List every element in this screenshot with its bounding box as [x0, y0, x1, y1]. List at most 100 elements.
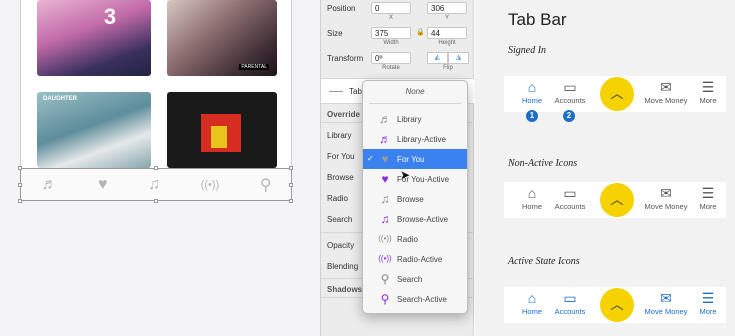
dropdown-item[interactable]: ♬ Library [363, 109, 467, 129]
dropdown-item-label: Library-Active [397, 135, 446, 144]
tab-more[interactable]: ☰ More [686, 182, 730, 218]
height-field[interactable]: 44 [427, 27, 467, 39]
tab-move-money[interactable]: ✉ Move Money [644, 76, 688, 112]
dropdown-item[interactable]: ⚲ Search-Active [363, 289, 467, 309]
center-action-button[interactable]: ︿ [600, 77, 634, 111]
tab-label: Accounts [554, 202, 586, 211]
annotation-badge: 1 [526, 110, 538, 122]
flip-vertical-button[interactable]: ◮ [448, 52, 469, 64]
resize-handle[interactable] [18, 166, 22, 170]
dropdown-item[interactable]: ♥ For You-Active [363, 169, 467, 189]
selection-outline [20, 168, 292, 201]
dropdown-none-option[interactable]: None [363, 87, 467, 96]
mouse-cursor-icon: ➤ [400, 168, 411, 182]
tab-accounts[interactable]: ▭ Accounts [548, 287, 592, 323]
tab-label: More [699, 202, 717, 211]
flip-caption: Flip [443, 65, 453, 71]
height-caption: Height [438, 40, 456, 46]
override-dropdown-menu[interactable]: None ♬ Library ♬ Library-Active ✓ ♥ For You ♥ Fo… [362, 80, 468, 314]
album-cover-3: DAUGHTER [37, 92, 151, 168]
tab-label: More [699, 307, 717, 316]
tab-move-money[interactable]: ✉ Move Money [644, 287, 688, 323]
more-icon: ☰ [701, 185, 715, 201]
resize-handle[interactable] [18, 199, 22, 203]
x-field[interactable]: 0 [371, 2, 411, 14]
width-caption: Width [383, 40, 399, 46]
override-radio[interactable]: Radio [327, 194, 348, 203]
x-caption: X [388, 15, 393, 21]
dropdown-item[interactable]: ♬ Library-Active [363, 129, 467, 149]
center-action-button[interactable]: ︿ [600, 183, 634, 217]
dropdown-item-label: Search [397, 275, 423, 284]
flip-horizontal-button[interactable]: ◭ [427, 52, 448, 64]
accounts-icon: ▭ [563, 79, 577, 95]
width-field[interactable]: 375 [371, 27, 411, 39]
resize-handle[interactable] [289, 199, 293, 203]
y-field[interactable]: 306 [427, 2, 467, 14]
dropdown-item-icon: ♬ [379, 132, 391, 146]
override-library[interactable]: Library [327, 131, 351, 140]
resize-handle[interactable] [289, 166, 293, 170]
dropdown-item-label: Library [397, 115, 422, 124]
accounts-icon: ▭ [563, 290, 577, 306]
resize-handle[interactable] [289, 183, 293, 187]
symbol-name: Tab [349, 87, 362, 96]
dropdown-item-label: Radio-Active [397, 255, 443, 264]
dropdown-divider [369, 103, 461, 104]
tab-more[interactable]: ☰ More [686, 76, 730, 112]
checkmark-icon: ✓ [367, 154, 374, 163]
more-icon: ☰ [701, 79, 715, 95]
dropdown-item-icon: ♫ [380, 212, 390, 226]
dropdown-item[interactable]: ♫ Browse [363, 189, 467, 209]
move-money-icon: ✉ [660, 290, 672, 306]
dropdown-item-icon: ⚲ [380, 292, 390, 306]
tab-accounts[interactable]: ▭ Accounts [548, 182, 592, 218]
dropdown-item-icon: ♥ [381, 152, 389, 166]
tab-move-money[interactable]: ✉ Move Money [644, 182, 688, 218]
dropdown-item-label: Browse [397, 195, 424, 204]
dropdown-item-icon: ((•)) [378, 234, 392, 243]
blending-label: Blending [327, 262, 359, 271]
section-label: Signed In [508, 45, 547, 56]
override-search[interactable]: Search [327, 215, 352, 224]
dropdown-item-label: Search-Active [397, 295, 447, 304]
dropdown-item[interactable]: ♫ Browse-Active [363, 209, 467, 229]
opacity-label: Opacity [327, 241, 355, 250]
override-for-you[interactable]: For You [327, 152, 355, 161]
overrides-heading: Override [327, 110, 360, 119]
resize-handle[interactable] [18, 183, 22, 187]
tab-bar-spec-panel: Tab Bar Signed In ⌂ Home ▭ Accounts ✉ Move Mon… [475, 0, 735, 336]
album-cover-text: DAUGHTER [43, 96, 77, 102]
dropdown-item[interactable]: ((•)) Radio-Active [363, 249, 467, 269]
move-money-icon: ✉ [660, 79, 672, 95]
tab-bar-example: ⌂ Home ▭ Accounts ✉ Move Money ☰ More ︿ [504, 287, 726, 323]
dropdown-item-icon: ♬ [379, 112, 391, 126]
dropdown-item-icon: ⚲ [380, 272, 390, 286]
center-action-button[interactable]: ︿ [600, 288, 634, 322]
tab-more[interactable]: ☰ More [686, 287, 730, 323]
tab-label: Move Money [644, 96, 688, 105]
symbol-thumbnail [329, 91, 343, 92]
dropdown-item[interactable]: ✓ ♥ For You [363, 149, 467, 169]
tab-label: More [699, 96, 717, 105]
dropdown-item[interactable]: ⚲ Search [363, 269, 467, 289]
transform-label: Transform [327, 54, 364, 63]
resize-handle[interactable] [154, 166, 158, 170]
dropdown-item[interactable]: ((•)) Radio [363, 229, 467, 249]
lock-icon[interactable]: 🔒 [416, 28, 425, 36]
tab-accounts[interactable]: ▭ Accounts [548, 76, 592, 112]
size-label: Size [327, 29, 343, 38]
tab-label: Move Money [644, 307, 688, 316]
tab-label: Accounts [554, 307, 586, 316]
tab-label: Accounts [554, 96, 586, 105]
rotate-field[interactable]: 0º [371, 52, 411, 64]
annotation-badge: 2 [563, 110, 575, 122]
resize-handle[interactable] [154, 199, 158, 203]
album-art-yellow-block [211, 126, 227, 148]
section-label: Non-Active Icons [508, 158, 578, 169]
tab-label: Move Money [644, 202, 688, 211]
page-title: Tab Bar [508, 10, 567, 29]
position-label: Position [327, 4, 356, 13]
override-browse[interactable]: Browse [327, 173, 354, 182]
design-canvas[interactable]: 3 PARENTAL DAUGHTER ♬ ♥ ♫ ((•)) ⚲ [0, 0, 320, 336]
